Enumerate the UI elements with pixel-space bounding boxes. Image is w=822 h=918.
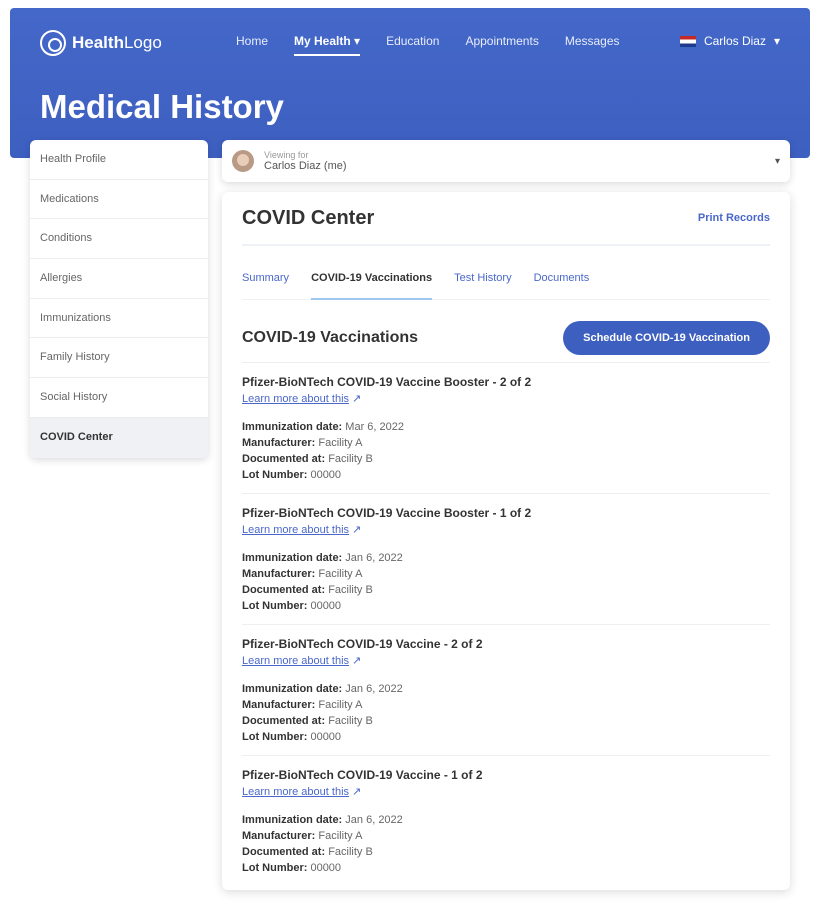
covid-center-card: COVID Center Print Records Summary COVID… (222, 192, 790, 890)
nav-education[interactable]: Education (386, 34, 439, 56)
user-menu[interactable]: Carlos Diaz ▾ (679, 34, 780, 48)
vaccine-name: Pfizer-BioNTech COVID-19 Vaccine Booster… (242, 375, 532, 389)
lot-number: 00000 (310, 600, 342, 612)
list-item: Pfizer-BioNTech COVID-19 Vaccine - 1 of … (242, 756, 770, 887)
manufacturer: Facility A (318, 699, 363, 711)
tab-covid-vaccinations[interactable]: COVID-19 Vaccinations (311, 270, 433, 300)
lot-number: 00000 (310, 862, 342, 874)
schedule-vaccination-button[interactable]: Schedule COVID-19 Vaccination (563, 321, 770, 355)
tab-documents[interactable]: Documents (534, 270, 590, 299)
sidebar-item-family-history[interactable]: Family History (30, 338, 208, 379)
print-records-link[interactable]: Print Records (698, 212, 770, 224)
vaccine-name: Pfizer-BioNTech COVID-19 Vaccine Booster… (242, 506, 532, 520)
learn-more-link[interactable]: Learn more about this ↗ (242, 654, 361, 667)
tab-test-history[interactable]: Test History (454, 270, 511, 299)
viewing-name: Carlos Diaz (me) (264, 160, 347, 172)
manufacturer: Facility A (318, 568, 363, 580)
documented-at: Facility B (328, 584, 373, 596)
immunization-date: Jan 6, 2022 (345, 552, 403, 564)
sidebar-item-social-history[interactable]: Social History (30, 378, 208, 418)
viewing-for-selector[interactable]: Viewing for Carlos Diaz (me) ▾ (222, 140, 790, 182)
manufacturer: Facility A (318, 830, 363, 842)
immunization-date: Mar 6, 2022 (345, 421, 404, 433)
tab-summary[interactable]: Summary (242, 270, 289, 299)
nav-home[interactable]: Home (236, 34, 268, 56)
immunization-date: Jan 6, 2022 (345, 683, 403, 695)
brand-logo[interactable]: HealthLogo (40, 30, 162, 56)
viewing-label: Viewing for (264, 150, 309, 160)
list-item: Pfizer-BioNTech COVID-19 Vaccine - 2 of … (242, 625, 770, 756)
avatar (232, 150, 254, 172)
top-nav: Home My Health ▾ Education Appointments … (236, 34, 620, 56)
chevron-down-icon: ▾ (773, 34, 780, 48)
documented-at: Facility B (328, 715, 373, 727)
vaccination-list: Pfizer-BioNTech COVID-19 Vaccine Booster… (242, 362, 770, 887)
sidebar-item-conditions[interactable]: Conditions (30, 219, 208, 260)
page-title: Medical History (40, 88, 284, 125)
sidebar: Health Profile Medications Conditions Al… (30, 140, 208, 458)
external-link-icon: ↗ (352, 393, 362, 405)
list-item: Pfizer-BioNTech COVID-19 Vaccine Booster… (242, 363, 770, 494)
header-banner: HealthLogo Home My Health ▾ Education Ap… (10, 8, 810, 158)
list-item: Pfizer-BioNTech COVID-19 Vaccine Booster… (242, 494, 770, 625)
vaccine-name: Pfizer-BioNTech COVID-19 Vaccine - 1 of … (242, 768, 483, 782)
manufacturer: Facility A (318, 437, 363, 449)
sidebar-item-allergies[interactable]: Allergies (30, 259, 208, 299)
nav-messages[interactable]: Messages (565, 34, 620, 56)
external-link-icon: ↗ (352, 786, 362, 798)
nav-my-health[interactable]: My Health ▾ (294, 34, 361, 56)
brand-name: HealthLogo (72, 33, 162, 52)
external-link-icon: ↗ (352, 524, 362, 536)
documented-at: Facility B (328, 453, 373, 465)
learn-more-link[interactable]: Learn more about this ↗ (242, 785, 361, 798)
external-link-icon: ↗ (352, 655, 362, 667)
tab-bar: Summary COVID-19 Vaccinations Test Histo… (242, 270, 770, 300)
chevron-down-icon[interactable]: ▾ (775, 156, 780, 167)
language-flag-icon[interactable] (679, 35, 696, 47)
sidebar-item-medications[interactable]: Medications (30, 180, 208, 220)
learn-more-link[interactable]: Learn more about this ↗ (242, 523, 361, 536)
user-name: Carlos Diaz (703, 34, 766, 48)
logo-icon (40, 30, 66, 56)
sidebar-item-immunizations[interactable]: Immunizations (30, 299, 208, 339)
immunization-date: Jan 6, 2022 (345, 814, 403, 826)
section-title: COVID-19 Vaccinations (242, 329, 419, 346)
nav-appointments[interactable]: Appointments (465, 34, 538, 56)
lot-number: 00000 (310, 731, 342, 743)
vaccine-name: Pfizer-BioNTech COVID-19 Vaccine - 2 of … (242, 637, 483, 651)
learn-more-link[interactable]: Learn more about this ↗ (242, 392, 361, 405)
card-title: COVID Center (242, 206, 375, 229)
sidebar-item-covid-center[interactable]: COVID Center (30, 417, 208, 458)
lot-number: 00000 (310, 469, 342, 481)
documented-at: Facility B (328, 846, 373, 858)
sidebar-item-health-profile[interactable]: Health Profile (30, 140, 208, 180)
